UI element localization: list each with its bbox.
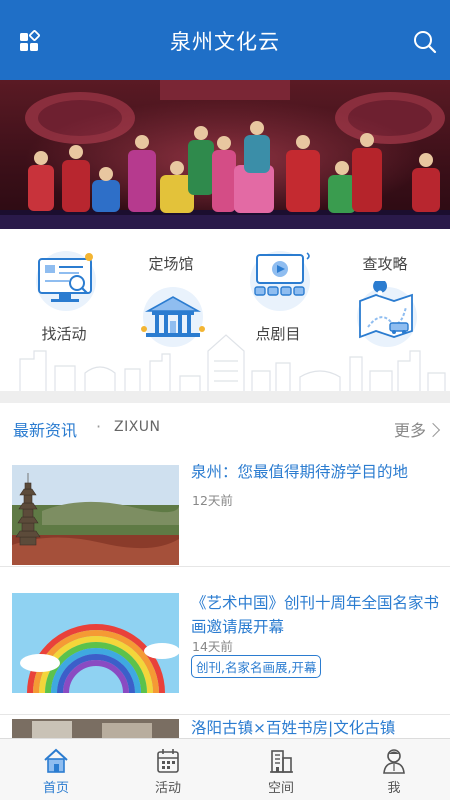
feature-shortcuts: 找活动 定场馆 点剧目 查攻略 [0,229,450,391]
news-time: 14天前 [192,639,233,654]
computer-search-icon [36,251,96,311]
tab-label: 首页 [42,781,69,796]
news-section-separator: · [96,417,102,436]
news-item[interactable]: 泉州：您最值得期待游学目的地 12天前 [0,453,450,567]
feature-book-venue[interactable]: 定场馆 [121,239,221,349]
building-icon [270,750,293,773]
tab-me[interactable]: 我 [338,739,450,800]
news-section-subtitle: ZIXUN [114,419,161,435]
news-item[interactable]: 《艺术中国》创刊十周年全国名家书画邀请展开幕 14天前 创刊,名家名画展,开幕 [0,579,450,715]
venue-building-icon [141,287,205,347]
more-label: 更多 [393,421,426,440]
user-icon [383,749,405,774]
news-title: 泉州：您最值得期待游学目的地 [191,463,409,481]
bottom-tab-bar: 首页 活动 空间 我 [0,738,450,800]
tab-activity[interactable]: 活动 [112,739,224,800]
search-icon[interactable] [412,29,438,55]
feature-check-guide[interactable]: 查攻略 [335,239,435,349]
app-root: 泉州文化云 找活动 定场馆 点剧目 查攻略 最新资讯 · ZIXUN 更多 泉州… [0,0,450,800]
feature-label: 找活动 [41,325,87,343]
news-thumbnail [12,719,179,739]
tab-space[interactable]: 空间 [225,739,337,800]
more-link[interactable]: 更多 [393,417,441,441]
theater-screen-icon [250,251,310,311]
news-thumbnail [12,465,179,565]
home-icon [44,748,68,773]
calendar-icon [157,749,179,773]
news-thumbnail [12,593,179,693]
feature-label: 查攻略 [362,255,408,273]
feature-pick-show[interactable]: 点剧目 [228,239,328,349]
news-time: 12天前 [192,493,233,508]
app-title: 泉州文化云 [170,30,280,54]
tab-home[interactable]: 首页 [0,739,112,800]
banner-image[interactable] [0,80,450,229]
top-bar: 泉州文化云 [0,0,450,80]
tab-label: 活动 [154,781,181,796]
feature-label: 点剧目 [255,325,301,343]
news-title: 《艺术中国》创刊十周年全国名家书画邀请展开幕 [191,594,440,636]
news-tag: 创刊,名家名画展,开幕 [191,655,322,678]
feature-find-activity[interactable]: 找活动 [14,239,114,349]
tab-label: 我 [387,781,401,796]
news-title: 洛阳古镇×百姓书房|文化古镇 [191,719,396,737]
news-section-header: 最新资讯 · ZIXUN 更多 [0,403,450,453]
map-route-icon [357,281,417,347]
feature-label: 定场馆 [148,255,194,273]
tab-label: 空间 [267,781,294,796]
section-divider [0,391,450,403]
chevron-right-icon [425,422,441,438]
news-section-title: 最新资讯 [13,421,78,440]
